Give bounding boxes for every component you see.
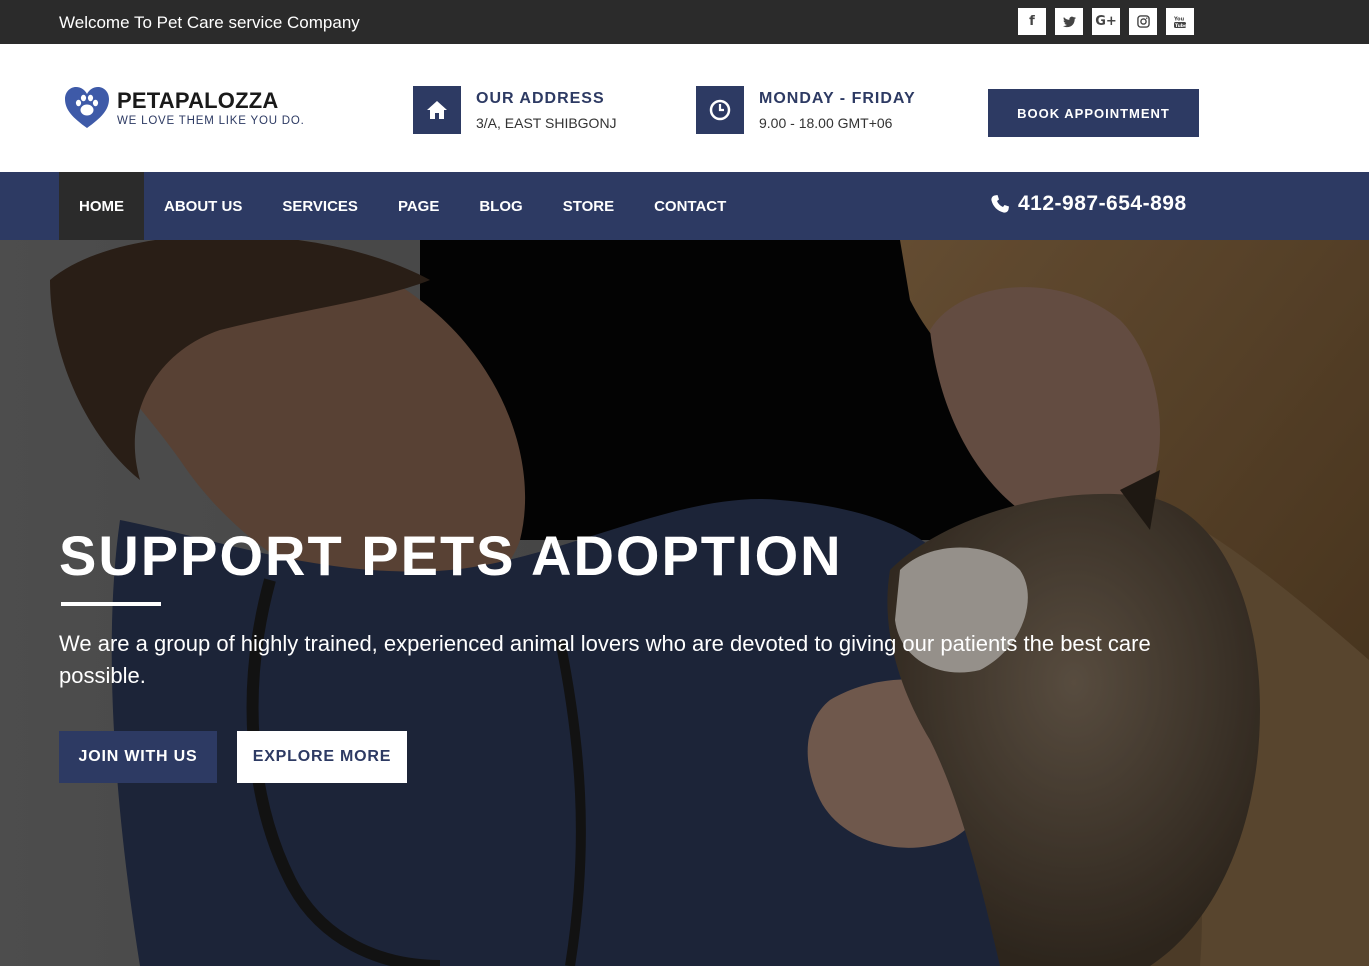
phone-contact[interactable]: 412-987-654-898 (990, 192, 1187, 216)
logo[interactable]: PETAPALOZZA WE LOVE THEM LIKE YOU DO. (63, 86, 305, 130)
logo-name: PETAPALOZZA (117, 88, 279, 113)
nav-item-store[interactable]: STORE (543, 172, 634, 240)
address-title: OUR ADDRESS (476, 89, 605, 107)
join-with-us-button[interactable]: JOIN WITH US (59, 731, 217, 783)
title-underline (61, 602, 161, 606)
address-value: 3/A, EAST SHIBGONJ (476, 114, 617, 131)
paw-heart-icon (65, 87, 109, 128)
facebook-icon[interactable]: f (1018, 8, 1046, 35)
logo-tagline: WE LOVE THEM LIKE YOU DO. (117, 115, 305, 127)
hours-value: 9.00 - 18.00 GMT+06 (759, 114, 893, 131)
instagram-icon[interactable] (1129, 8, 1157, 35)
book-appointment-button[interactable]: BOOK APPOINTMENT (988, 89, 1199, 137)
hero-title: SUPPORT PETS ADOPTION (59, 524, 843, 587)
explore-more-button[interactable]: EXPLORE MORE (237, 731, 407, 783)
welcome-text: Welcome To Pet Care service Company (59, 13, 360, 32)
svg-text:Tube: Tube (1175, 22, 1187, 28)
nav-item-about-us[interactable]: ABOUT US (144, 172, 262, 240)
clock-icon (696, 86, 744, 134)
nav-item-services[interactable]: SERVICES (262, 172, 378, 240)
hero-description: We are a group of highly trained, experi… (59, 631, 1151, 688)
nav-item-home[interactable]: HOME (59, 172, 144, 240)
social-links: f G+ You Tube (1018, 8, 1194, 35)
nav-item-blog[interactable]: BLOG (459, 172, 542, 240)
phone-number: 412-987-654-898 (1018, 192, 1187, 215)
twitter-icon[interactable] (1055, 8, 1083, 35)
hero-banner: SUPPORT PETS ADOPTION We are a group of … (0, 240, 1369, 966)
nav-item-contact[interactable]: CONTACT (634, 172, 746, 240)
hours-info: MONDAY - FRIDAY 9.00 - 18.00 GMT+06 (696, 86, 916, 134)
home-icon (413, 86, 461, 134)
top-bar: Welcome To Pet Care service Company f G+… (0, 0, 1369, 44)
site-header: PETAPALOZZA WE LOVE THEM LIKE YOU DO. OU… (0, 44, 1369, 172)
youtube-icon[interactable]: You Tube (1166, 8, 1194, 35)
svg-text:You: You (1173, 16, 1185, 22)
nav-item-page[interactable]: PAGE (378, 172, 459, 240)
hours-title: MONDAY - FRIDAY (759, 89, 916, 107)
phone-icon (991, 195, 1009, 213)
address-info: OUR ADDRESS 3/A, EAST SHIBGONJ (413, 86, 617, 134)
google-plus-icon[interactable]: G+ (1092, 8, 1120, 35)
hero-photo (0, 240, 1369, 966)
